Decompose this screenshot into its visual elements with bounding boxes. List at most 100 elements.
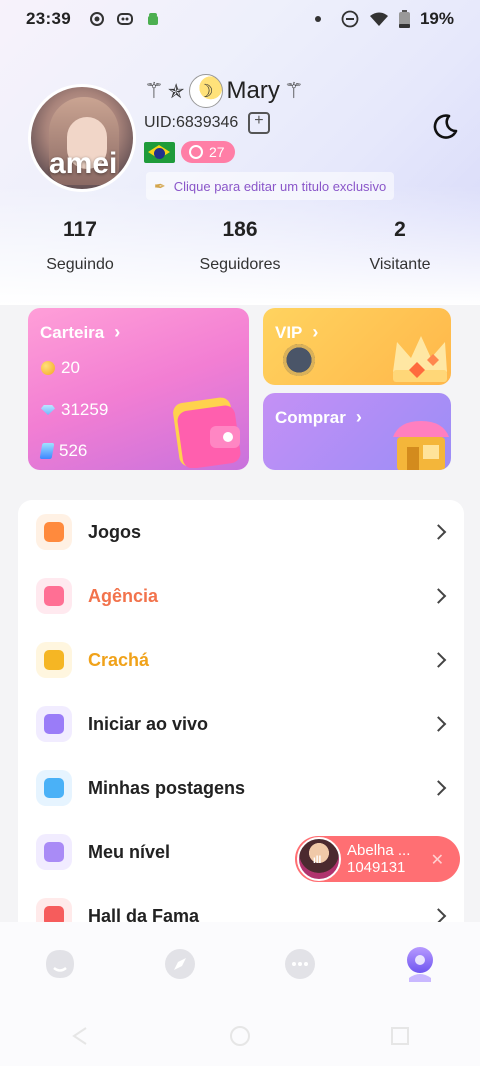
stat-value: 2	[394, 218, 406, 241]
battery-icon	[398, 10, 410, 28]
wallet-illustration-icon	[173, 397, 241, 468]
diamonds-value: 31259	[61, 400, 109, 419]
copy-icon[interactable]	[248, 112, 271, 134]
camera-icon	[36, 706, 72, 742]
game-icon	[116, 13, 133, 25]
chevron-right-icon: ›	[312, 322, 319, 342]
ornament-left-icon: ⚚	[144, 78, 164, 103]
nav-explore[interactable]	[120, 922, 240, 1006]
chevron-right-icon	[430, 716, 447, 732]
diamonds-row: 31259	[41, 400, 108, 420]
coins-value: 20	[61, 358, 80, 377]
avatar[interactable]: amei	[28, 84, 136, 192]
edit-title-button[interactable]: ✒ Clique para editar um titulo exclusivo	[146, 172, 395, 200]
star-icon: ✯	[167, 80, 185, 103]
stat-following[interactable]: 117 Seguindo	[0, 218, 160, 274]
chevron-right-icon: ›	[114, 322, 121, 342]
ticket-icon	[39, 443, 55, 459]
menu-item[interactable]: Agência	[18, 564, 464, 628]
menu-item[interactable]: Jogos	[18, 500, 464, 564]
uid-row: UID:6839346	[144, 112, 271, 134]
wallet-title-label: Carteira	[40, 322, 105, 342]
menu-item-label: Agência	[88, 585, 159, 606]
profile-icon	[407, 947, 433, 982]
gift-icon	[36, 578, 72, 614]
dot-icon	[314, 16, 321, 22]
menu-item-label: Crachá	[88, 649, 150, 670]
nav-chat[interactable]	[240, 922, 360, 1006]
buy-title: Comprar ›	[275, 407, 362, 428]
stats-row: 117 Seguindo 186 Seguidores 2 Visitante	[0, 218, 480, 274]
explore-icon	[165, 949, 195, 979]
live-floating-widget[interactable]: ıll Abelha ... 1049131 ✕	[295, 836, 460, 882]
shop-illustration-icon	[393, 421, 449, 470]
menu-item[interactable]: Crachá	[18, 628, 464, 692]
live-id: 1049131	[347, 859, 406, 876]
badge-icon	[36, 642, 72, 678]
system-navigation-bar	[0, 1006, 480, 1066]
nav-home[interactable]	[0, 922, 120, 1006]
battery-percent: 19%	[419, 9, 454, 28]
chevron-right-icon	[430, 524, 447, 540]
nav-profile[interactable]	[360, 922, 480, 1006]
crown-icon	[36, 834, 72, 870]
brazil-flag-icon	[144, 141, 175, 163]
menu-item-label: Minhas postagens	[88, 777, 246, 798]
live-bars-icon: ıll	[313, 855, 322, 866]
menu-item-label: Meu nível	[88, 841, 171, 862]
menu-item[interactable]: Minhas postagens	[18, 756, 464, 820]
stat-value: 186	[222, 218, 258, 241]
profile-name: Mary	[226, 77, 280, 104]
menu-item[interactable]: Iniciar ao vivo	[18, 692, 464, 756]
level-badge[interactable]: 27	[181, 141, 235, 163]
ornament-right-icon: ⚚	[283, 78, 304, 103]
buy-title-label: Comprar	[275, 407, 346, 427]
diamond-icon	[41, 405, 55, 415]
coin-icon	[41, 361, 55, 375]
coins-row: 20	[41, 358, 80, 378]
stat-visitors[interactable]: 2 Visitante	[320, 218, 480, 274]
wallet-card[interactable]: Carteira › 20 31259 526	[28, 308, 249, 470]
bottom-navigation	[0, 922, 480, 1006]
chevron-right-icon	[430, 780, 447, 796]
stat-label: Visitante	[369, 256, 431, 273]
tickets-value: 526	[59, 441, 88, 460]
avatar-caption: amei	[49, 147, 118, 180]
level-icon	[189, 145, 203, 159]
wifi-icon	[369, 12, 388, 26]
chevron-right-icon	[430, 588, 447, 604]
recents-icon[interactable]	[388, 1024, 412, 1048]
planet-icon	[36, 770, 72, 806]
crown-illustration-icon	[393, 336, 447, 382]
chevron-right-icon	[430, 652, 447, 668]
stat-followers[interactable]: 186 Seguidores	[160, 218, 320, 274]
live-avatar: ıll	[297, 837, 341, 881]
stat-label: Seguindo	[46, 256, 114, 273]
buy-card[interactable]: Comprar ›	[263, 393, 451, 470]
menu-item-label: Iniciar ao vivo	[88, 713, 209, 734]
edit-title-label: Clique para editar um titulo exclusivo	[173, 178, 387, 194]
profile-name-row[interactable]: ⚚ ✯ ☽ Mary ⚚	[144, 74, 304, 108]
badge-row: 27	[144, 141, 235, 163]
dnd-icon	[341, 10, 359, 28]
home-button-icon[interactable]	[228, 1024, 252, 1048]
record-icon	[89, 12, 104, 26]
uid-text: UID:6839346	[144, 114, 239, 131]
gamepad-icon	[36, 514, 72, 550]
moon-decoration-icon: ☽	[188, 74, 223, 108]
vip-title: VIP ›	[275, 322, 318, 343]
vip-emblem-icon	[283, 344, 315, 376]
status-time: 23:39	[26, 9, 71, 28]
vip-card[interactable]: VIP ›	[263, 308, 451, 385]
chevron-right-icon: ›	[355, 407, 362, 427]
home-icon	[46, 950, 74, 978]
tickets-row: 526	[39, 441, 88, 461]
live-name: Abelha ...	[347, 842, 411, 859]
level-value: 27	[209, 144, 225, 160]
moon-icon[interactable]	[430, 112, 460, 142]
chat-icon	[285, 949, 315, 979]
close-icon[interactable]: ✕	[431, 850, 444, 870]
back-icon[interactable]	[68, 1024, 92, 1048]
vip-title-label: VIP	[275, 322, 303, 342]
stat-value: 117	[63, 218, 97, 241]
